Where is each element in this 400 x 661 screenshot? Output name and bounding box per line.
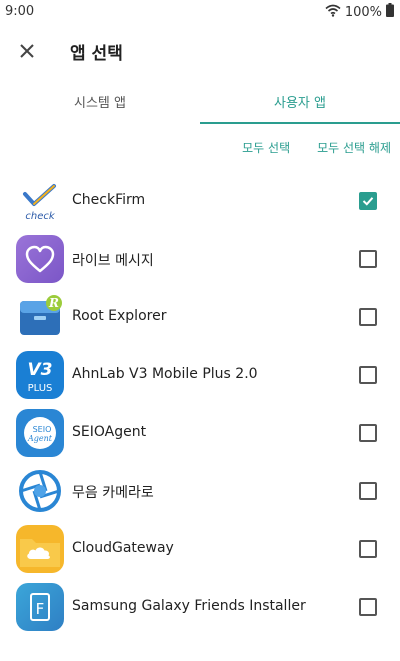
app-row-root-explorer[interactable]: R Root Explorer bbox=[0, 288, 400, 346]
status-icons: 100% bbox=[325, 3, 394, 21]
battery-icon bbox=[386, 3, 394, 21]
app-checkbox[interactable] bbox=[359, 540, 377, 558]
tab-indicator bbox=[200, 122, 400, 124]
battery-level: 100% bbox=[344, 4, 382, 20]
app-row-checkfirm[interactable]: check CheckFirm bbox=[0, 172, 400, 230]
galaxy-friends-icon: F bbox=[16, 583, 64, 631]
tab-system-apps[interactable]: 시스템 앱 bbox=[0, 78, 200, 124]
app-row-galaxy-friends[interactable]: F Samsung Galaxy Friends Installer bbox=[0, 578, 400, 636]
app-name: CloudGateway bbox=[72, 540, 174, 556]
selection-actions: 모두 선택 모두 선택 해제 bbox=[242, 139, 391, 156]
app-row-seioagent[interactable]: SEIO Agent SEIOAgent bbox=[0, 404, 400, 462]
root-explorer-icon: R bbox=[16, 293, 64, 341]
svg-text:PLUS: PLUS bbox=[28, 383, 53, 394]
live-message-icon bbox=[16, 235, 64, 283]
app-checkbox[interactable] bbox=[359, 366, 377, 384]
app-name: Root Explorer bbox=[72, 308, 167, 324]
app-checkbox[interactable] bbox=[359, 308, 377, 326]
app-name: 라이브 메시지 bbox=[72, 253, 154, 269]
silent-camera-icon bbox=[16, 467, 64, 515]
app-checkbox[interactable] bbox=[359, 424, 377, 442]
tab-user-apps[interactable]: 사용자 앱 bbox=[200, 78, 400, 124]
app-name: Samsung Galaxy Friends Installer bbox=[72, 598, 306, 614]
app-list: check CheckFirm 라이브 메시지 R Root Explorer … bbox=[0, 172, 400, 636]
close-button[interactable] bbox=[14, 38, 40, 64]
svg-text:R: R bbox=[48, 296, 59, 310]
app-bar: 앱 선택 bbox=[0, 24, 400, 76]
app-checkbox[interactable] bbox=[359, 598, 377, 616]
app-checkbox[interactable] bbox=[359, 250, 377, 268]
app-row-silent-camera[interactable]: 무음 카메라로 bbox=[0, 462, 400, 520]
wifi-icon bbox=[325, 4, 341, 21]
app-row-cloud-gateway[interactable]: CloudGateway bbox=[0, 520, 400, 578]
tab-bar: 시스템 앱 사용자 앱 bbox=[0, 78, 400, 124]
svg-text:SEIO: SEIO bbox=[33, 425, 52, 434]
select-all-button[interactable]: 모두 선택 bbox=[242, 139, 290, 156]
ahnlab-v3-icon: V3 PLUS bbox=[16, 351, 64, 399]
svg-text:check: check bbox=[25, 211, 55, 222]
seioagent-icon: SEIO Agent bbox=[16, 409, 64, 457]
deselect-all-button[interactable]: 모두 선택 해제 bbox=[317, 139, 391, 156]
svg-text:Agent: Agent bbox=[27, 434, 53, 443]
app-checkbox[interactable] bbox=[359, 192, 377, 210]
svg-text:V3: V3 bbox=[28, 360, 53, 380]
app-name: 무음 카메라로 bbox=[72, 485, 154, 501]
checkmark-icon bbox=[362, 197, 374, 206]
checkfirm-icon: check bbox=[16, 177, 64, 225]
cloud-gateway-icon bbox=[16, 525, 64, 573]
app-checkbox[interactable] bbox=[359, 482, 377, 500]
close-icon bbox=[20, 44, 34, 58]
page-title: 앱 선택 bbox=[70, 44, 123, 64]
status-bar: 9:00 100% bbox=[0, 0, 400, 24]
app-name: AhnLab V3 Mobile Plus 2.0 bbox=[72, 366, 258, 382]
app-row-live-message[interactable]: 라이브 메시지 bbox=[0, 230, 400, 288]
svg-text:F: F bbox=[36, 600, 45, 618]
status-time: 9:00 bbox=[5, 4, 35, 19]
app-row-ahnlab-v3[interactable]: V3 PLUS AhnLab V3 Mobile Plus 2.0 bbox=[0, 346, 400, 404]
app-name: SEIOAgent bbox=[72, 424, 147, 440]
app-name: CheckFirm bbox=[72, 192, 146, 208]
